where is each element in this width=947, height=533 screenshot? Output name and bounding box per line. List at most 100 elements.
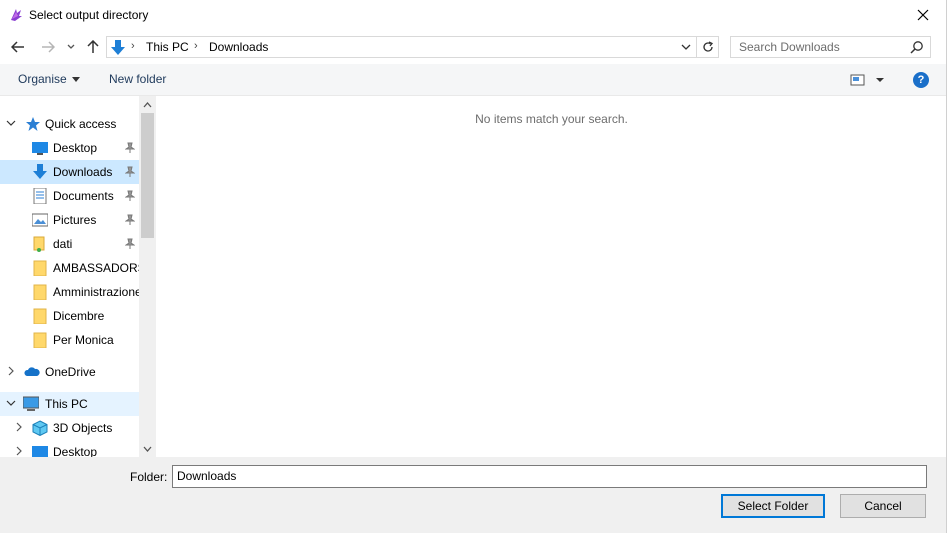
- documents-icon: [33, 188, 47, 204]
- tree-item-desktop[interactable]: Desktop: [0, 136, 139, 160]
- chevron-right-icon: [8, 366, 14, 376]
- organise-button[interactable]: Organise: [18, 72, 80, 86]
- pin-icon: [125, 166, 135, 177]
- pictures-icon: [32, 213, 48, 227]
- tree-item-dati[interactable]: dati: [0, 232, 139, 256]
- scroll-up-button[interactable]: [139, 96, 156, 113]
- pin-icon: [125, 214, 135, 225]
- folder-icon: [33, 308, 47, 324]
- address-bar[interactable]: › This PC › Downloads: [106, 36, 719, 58]
- tree-item-onedrive[interactable]: OneDrive: [0, 360, 139, 384]
- close-button[interactable]: [900, 0, 946, 30]
- tree-item-quick-access[interactable]: Quick access: [0, 112, 139, 136]
- empty-message: No items match your search.: [475, 112, 628, 126]
- onedrive-icon: [24, 367, 40, 376]
- breadcrumb-separator: ›: [194, 40, 198, 52]
- tree-item-amministrazione[interactable]: Amministrazione: [0, 280, 142, 304]
- tree-label: Amministrazione: [53, 285, 142, 299]
- back-button[interactable]: [9, 37, 27, 57]
- chevron-down-icon: [71, 77, 80, 83]
- recent-locations-button[interactable]: [64, 37, 78, 57]
- title-bar: Select output directory: [0, 0, 946, 30]
- nav-pane-scrollbar[interactable]: [139, 96, 156, 457]
- refresh-button[interactable]: [696, 37, 718, 57]
- chevron-up-icon: [143, 101, 152, 107]
- refresh-icon: [702, 41, 713, 52]
- chevron-right-icon: [16, 446, 22, 456]
- app-icon: [11, 9, 22, 21]
- tree-label: Pictures: [53, 213, 97, 227]
- tree-label: OneDrive: [45, 365, 96, 379]
- window-title: Select output directory: [29, 8, 149, 22]
- search-placeholder: Search Downloads: [739, 40, 840, 54]
- chevron-down-icon: [6, 400, 16, 406]
- tree-item-documents[interactable]: Documents: [0, 184, 139, 208]
- tree-label: dati: [53, 237, 73, 251]
- tree-label: Dicembre: [53, 309, 105, 323]
- view-options-icon: [850, 74, 884, 86]
- tree-label: Quick access: [45, 117, 117, 131]
- this-pc-icon: [23, 396, 39, 411]
- select-folder-button[interactable]: Select Folder: [721, 494, 825, 518]
- cancel-button[interactable]: Cancel: [840, 494, 926, 518]
- up-button[interactable]: [84, 37, 102, 57]
- tree-item-this-pc[interactable]: This PC: [0, 392, 139, 416]
- star-icon: [26, 117, 40, 131]
- user-folder-icon: [33, 236, 45, 252]
- downloads-arrow-icon: [111, 40, 125, 55]
- tree-label: Documents: [53, 189, 114, 203]
- help-button[interactable]: ?: [913, 72, 929, 88]
- chevron-right-icon: [16, 422, 22, 432]
- change-view-button[interactable]: [850, 72, 886, 88]
- pin-icon: [125, 142, 135, 153]
- new-folder-button[interactable]: New folder: [109, 72, 166, 86]
- scroll-thumb[interactable]: [141, 113, 154, 238]
- chevron-down-icon: [143, 446, 152, 452]
- desktop-icon: [32, 142, 48, 155]
- forward-button[interactable]: [39, 37, 57, 57]
- breadcrumb-this-pc[interactable]: This PC: [146, 40, 189, 54]
- tree-label: Desktop: [53, 445, 98, 457]
- scroll-down-button[interactable]: [139, 440, 156, 457]
- tree-item-downloads[interactable]: Downloads: [0, 160, 139, 184]
- pin-icon: [125, 190, 135, 201]
- tree-label: AMBASSADORS: [53, 261, 146, 275]
- folder-icon: [33, 332, 47, 348]
- breadcrumb-downloads[interactable]: Downloads: [209, 40, 268, 54]
- dialog-footer: Folder: Downloads Select Folder Cancel: [0, 457, 946, 533]
- chevron-down-icon: [681, 44, 691, 50]
- address-history-dropdown[interactable]: [678, 37, 694, 57]
- file-dialog: Select output directory › This PC › Down…: [0, 0, 947, 533]
- folder-name-input[interactable]: Downloads: [172, 465, 927, 488]
- search-input[interactable]: Search Downloads: [730, 36, 931, 58]
- tree-item-per-monica[interactable]: Per Monica: [0, 328, 139, 352]
- folder-icon: [33, 260, 47, 276]
- folder-label: Folder:: [130, 470, 168, 484]
- breadcrumb-separator: ›: [131, 40, 135, 52]
- folder-icon: [33, 284, 47, 300]
- search-icon: [910, 41, 923, 54]
- desktop-icon: [32, 446, 48, 457]
- file-list-area[interactable]: No items match your search.: [157, 96, 946, 457]
- tree-label: Downloads: [53, 165, 113, 179]
- tree-item-desktop-pc[interactable]: Desktop: [0, 440, 139, 457]
- chevron-down-icon: [67, 44, 75, 49]
- tree-label: This PC: [45, 397, 88, 411]
- tree-label: Desktop: [53, 141, 98, 155]
- up-arrow-icon: [87, 40, 99, 53]
- back-arrow-icon: [11, 41, 24, 53]
- downloads-icon: [33, 164, 47, 179]
- tree-item-3d-objects[interactable]: 3D Objects: [0, 416, 139, 440]
- navigation-pane[interactable]: Quick access Desktop Downloads Documents…: [0, 96, 156, 457]
- tree-label: 3D Objects: [53, 421, 113, 435]
- pin-icon: [125, 238, 135, 249]
- tree-item-ambassadors[interactable]: AMBASSADORS: [0, 256, 146, 280]
- 3d-objects-icon: [32, 420, 48, 436]
- forward-arrow-icon: [42, 41, 55, 53]
- close-icon: [917, 9, 929, 21]
- chevron-down-icon: [6, 120, 16, 126]
- tree-item-dicembre[interactable]: Dicembre: [0, 304, 139, 328]
- command-bar: Organise New folder: [0, 64, 946, 96]
- organise-label: Organise: [18, 72, 67, 86]
- tree-item-pictures[interactable]: Pictures: [0, 208, 139, 232]
